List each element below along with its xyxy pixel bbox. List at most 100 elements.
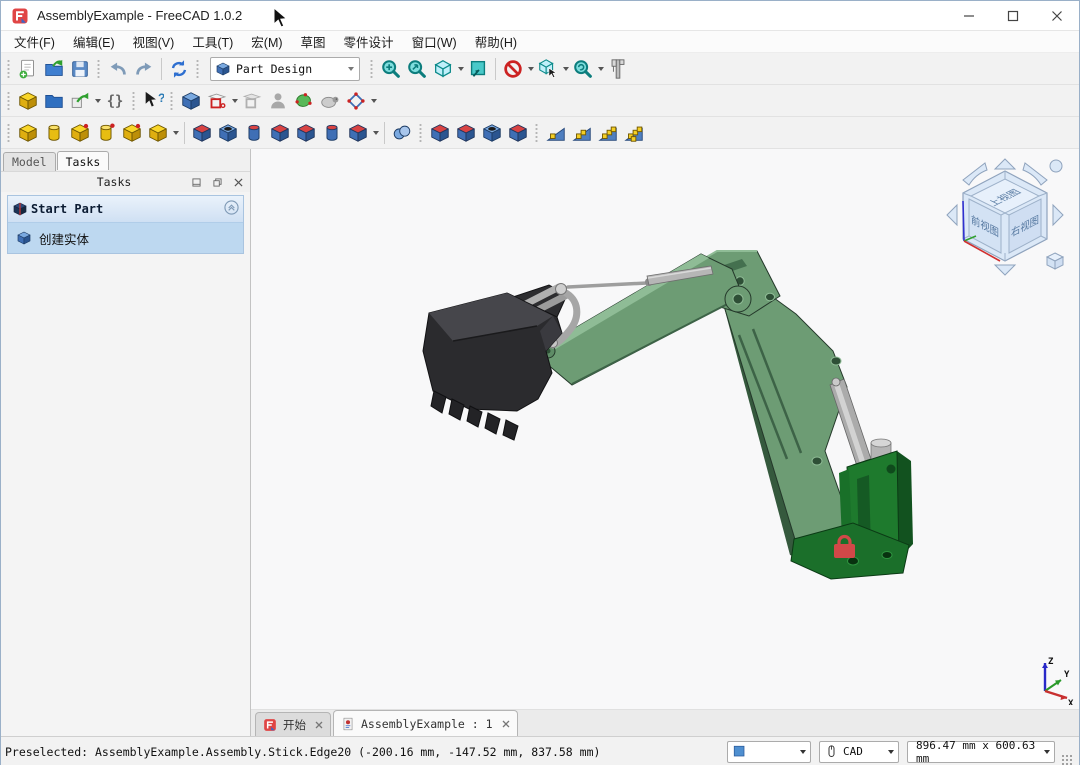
new-document-button[interactable] [15, 56, 41, 82]
toolbar-handle[interactable] [131, 90, 137, 112]
resize-grip[interactable] [1061, 754, 1073, 765]
chevron-down-icon[interactable] [369, 88, 378, 114]
menu-partdesign[interactable]: 零件设计 [335, 30, 403, 53]
menu-file[interactable]: 文件(F) [5, 30, 64, 53]
redo-button[interactable] [131, 56, 157, 82]
subtractive-pipe-button[interactable] [293, 120, 319, 146]
chamfer-button[interactable] [453, 120, 479, 146]
navigation-style-selector[interactable]: CAD [819, 741, 899, 763]
hole-button[interactable] [215, 120, 241, 146]
close-button[interactable] [1035, 1, 1079, 30]
menu-window[interactable]: 窗口(W) [403, 30, 466, 53]
start-part-section-header[interactable]: Start Part [8, 196, 243, 222]
tab-tasks[interactable]: Tasks [57, 151, 110, 170]
save-button[interactable] [67, 56, 93, 82]
edit-sketch-button[interactable] [239, 88, 265, 114]
create-body-task-item[interactable]: 创建实体 [8, 222, 243, 253]
toolbar-handle[interactable] [96, 58, 102, 80]
chevron-down-icon[interactable] [596, 56, 605, 82]
menu-edit[interactable]: 编辑(E) [64, 30, 124, 53]
axonometric-view-button[interactable] [430, 56, 456, 82]
toolbar-handle[interactable] [169, 90, 175, 112]
chevron-down-icon[interactable] [171, 120, 180, 146]
tab-assembly-document[interactable]: AssemblyExample : 1 [333, 710, 518, 736]
chevron-down-icon[interactable] [371, 120, 380, 146]
tab-model[interactable]: Model [3, 152, 56, 171]
collapse-section-button[interactable] [224, 200, 239, 218]
map-sketch-button[interactable] [265, 88, 291, 114]
menu-help[interactable]: 帮助(H) [466, 30, 526, 53]
menu-macro[interactable]: 宏(M) [242, 30, 291, 53]
toolbar-handle[interactable] [6, 58, 12, 80]
subtractive-helix-button[interactable] [319, 120, 345, 146]
create-datum-button[interactable] [343, 88, 369, 114]
groove-button[interactable] [241, 120, 267, 146]
navigation-cube[interactable]: 上视图 前视图 右视图 [943, 157, 1065, 279]
create-group-button[interactable] [41, 88, 67, 114]
subtractive-primitive-button[interactable] [345, 120, 371, 146]
menu-sketch[interactable]: 草图 [292, 30, 335, 53]
unit-scheme-selector[interactable] [727, 741, 811, 763]
open-document-button[interactable] [41, 56, 67, 82]
undo-button[interactable] [105, 56, 131, 82]
chevron-down-icon[interactable] [456, 56, 465, 82]
maximize-button[interactable] [991, 1, 1035, 30]
close-icon[interactable] [315, 721, 323, 729]
additive-loft-button[interactable] [67, 120, 93, 146]
make-link-button[interactable] [67, 88, 93, 114]
3d-viewport[interactable]: 上视图 前视图 右视图 [251, 149, 1079, 736]
additive-pipe-button[interactable] [93, 120, 119, 146]
pad-button[interactable] [15, 120, 41, 146]
mirrored-button[interactable] [543, 120, 569, 146]
dock-float-icon[interactable] [208, 174, 226, 190]
draw-style-button[interactable] [500, 56, 526, 82]
multitransform-button[interactable] [621, 120, 647, 146]
toolbar-handle[interactable] [418, 122, 424, 144]
shape-binder-button[interactable] [317, 88, 343, 114]
fit-selection-button[interactable] [404, 56, 430, 82]
toolbar-handle[interactable] [534, 122, 540, 144]
linear-pattern-button[interactable] [569, 120, 595, 146]
additive-helix-button[interactable] [119, 120, 145, 146]
create-body-button[interactable] [178, 88, 204, 114]
thickness-button[interactable] [505, 120, 531, 146]
create-sketch-button[interactable] [204, 88, 230, 114]
fit-all-button[interactable] [378, 56, 404, 82]
validate-sketch-button[interactable] [291, 88, 317, 114]
revolution-button[interactable] [41, 120, 67, 146]
close-icon[interactable] [502, 720, 510, 728]
fillet-button[interactable] [427, 120, 453, 146]
minimize-button[interactable] [947, 1, 991, 30]
sync-view-button[interactable] [570, 56, 596, 82]
chevron-down-icon[interactable] [561, 56, 570, 82]
chevron-down-icon[interactable] [230, 88, 239, 114]
boolean-button[interactable] [389, 120, 415, 146]
refresh-button[interactable] [166, 56, 192, 82]
chevron-down-icon[interactable] [526, 56, 535, 82]
dock-close-icon[interactable] [229, 174, 247, 190]
toolbar-handle[interactable] [6, 122, 12, 144]
selection-view-button[interactable] [535, 56, 561, 82]
box-zoom-button[interactable] [465, 56, 491, 82]
workbench-selector[interactable]: Part Design [210, 57, 360, 81]
tab-start-page[interactable]: 开始 [255, 712, 331, 736]
additive-primitive-button[interactable] [145, 120, 171, 146]
toolbar-handle[interactable] [195, 58, 201, 80]
dock-minimize-icon[interactable] [187, 174, 205, 190]
3d-canvas[interactable]: 上视图 前视图 右视图 [251, 149, 1079, 709]
create-part-button[interactable] [15, 88, 41, 114]
polar-pattern-button[interactable] [595, 120, 621, 146]
toolbar-handle[interactable] [6, 90, 12, 112]
pocket-button[interactable] [189, 120, 215, 146]
view-size-selector[interactable]: 896.47 mm x 600.63 mm [907, 741, 1055, 763]
whats-this-button[interactable]: ? [140, 88, 166, 114]
menu-tools[interactable]: 工具(T) [183, 30, 242, 53]
measure-button[interactable] [605, 56, 631, 82]
workbench-label: Part Design [231, 62, 343, 76]
toolbar-handle[interactable] [369, 58, 375, 80]
draft-button[interactable] [479, 120, 505, 146]
subtractive-loft-button[interactable] [267, 120, 293, 146]
chevron-down-icon[interactable] [93, 88, 102, 114]
menu-view[interactable]: 视图(V) [124, 30, 184, 53]
expression-button[interactable]: {} [102, 88, 128, 114]
